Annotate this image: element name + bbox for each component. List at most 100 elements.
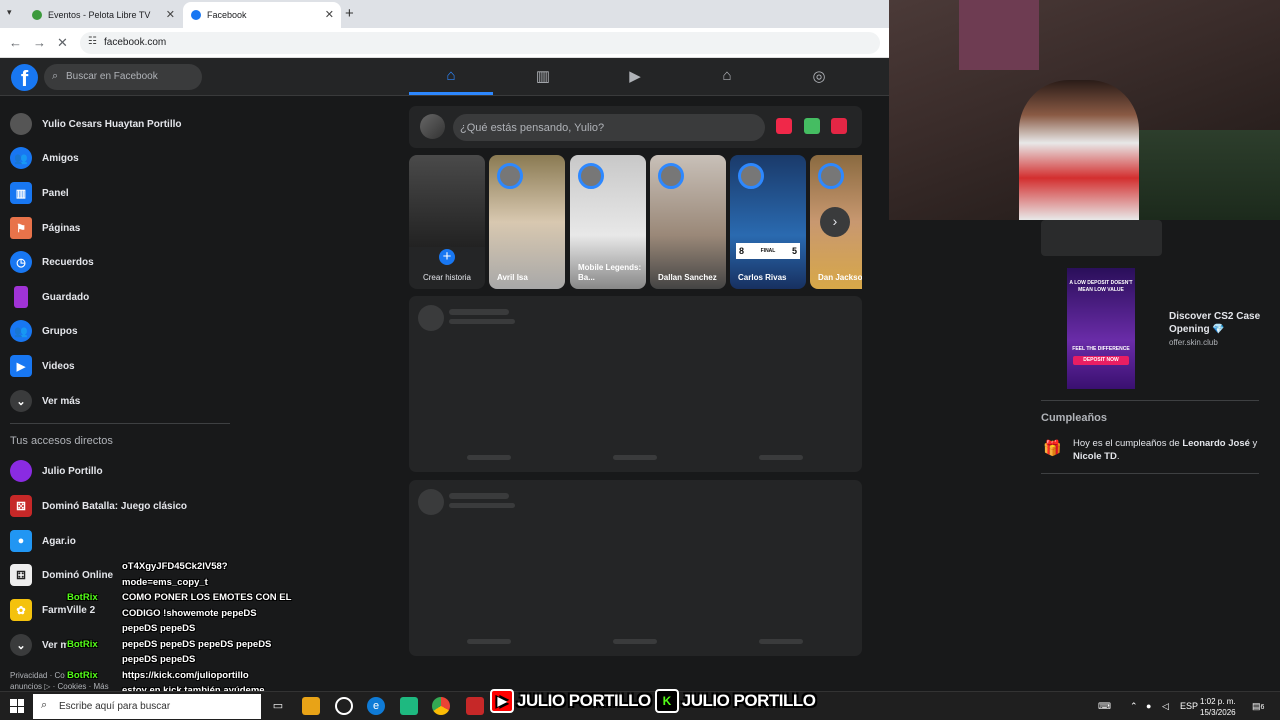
nav-dashboard-icon[interactable]: ▥	[501, 58, 585, 95]
chrome-icon[interactable]	[432, 697, 450, 715]
story-card[interactable]: 8 FINAL 5 Carlos Rivas	[730, 155, 806, 289]
shortcut-julio-portillo[interactable]: Julio Portillo	[10, 456, 103, 486]
photo-icon[interactable]	[804, 118, 820, 134]
volume-icon[interactable]: ◁	[1162, 701, 1169, 712]
windows-start-icon[interactable]	[10, 699, 24, 713]
birthday-name: Leonardo José	[1182, 438, 1250, 449]
story-name: Dallan Sanchez	[658, 273, 717, 282]
nav-marketplace-icon[interactable]: ⌂	[685, 58, 769, 95]
farmville-icon: ✿	[10, 599, 32, 621]
chat-line: COMO PONER LOS EMOTES CON EL	[122, 592, 292, 603]
url-input[interactable]: ☷ facebook.com	[80, 32, 880, 54]
youtube-logo-icon: ▶	[490, 689, 514, 713]
nav-video-icon[interactable]: ▶	[593, 58, 677, 95]
chat-message: BotRix pepeDS pepeDS pepeDS pepeDS	[67, 637, 312, 653]
birthday-and: y	[1249, 438, 1258, 449]
sidebar-item-label: Julio Portillo	[42, 465, 103, 477]
keyboard-icon[interactable]: ⌨	[1098, 701, 1111, 712]
site-info-icon[interactable]: ☷	[88, 36, 97, 47]
birthday-end: .	[1116, 451, 1120, 462]
sponsored-ad-preview[interactable]	[1041, 220, 1162, 256]
back-icon[interactable]: ←	[9, 35, 22, 50]
reel-icon[interactable]	[831, 118, 847, 134]
placeholder-line	[449, 319, 515, 324]
sidebar-item-videos[interactable]: ▶ Videos	[10, 351, 75, 381]
stop-icon[interactable]: ✕	[57, 35, 68, 51]
birthdays-text[interactable]: Hoy es el cumpleaños de Leonardo José y …	[1073, 437, 1268, 463]
ad-title[interactable]: Discover CS2 Case Opening 💎	[1169, 310, 1269, 336]
taskbar-search-input[interactable]: ⌕ Escribe aquí para buscar	[33, 694, 261, 719]
sidebar-item-groups[interactable]: 👥 Grupos	[10, 316, 78, 346]
shortcut-domino-online[interactable]: ⚃ Dominó Online	[10, 560, 113, 590]
sidebar-item-label: Dominó Online	[42, 569, 114, 581]
close-tab-icon[interactable]: ✕	[325, 8, 334, 21]
add-story-icon[interactable]: +	[436, 246, 458, 268]
new-tab-button[interactable]: +	[345, 5, 354, 22]
screen: { "browser": { "tabs": [ {"title": "Even…	[0, 0, 1280, 720]
ad-image-text2: FEEL THE DIFFERENCE	[1072, 346, 1130, 352]
stream-chat-overlay: oT4XgyJFD45Ck2lV58? mode=ems_copy_t BotR…	[67, 559, 312, 699]
webcam-background-poster	[959, 0, 1039, 70]
task-view-icon[interactable]: ▭	[269, 697, 287, 715]
stories-next-button[interactable]: ›	[820, 207, 850, 237]
chat-line: oT4XgyJFD45Ck2lV58?	[122, 561, 228, 572]
close-tab-icon[interactable]: ✕	[166, 8, 175, 21]
obs-icon[interactable]	[335, 697, 353, 715]
tab-facebook[interactable]: Facebook ✕	[183, 2, 341, 28]
sidebar-item-label: Páginas	[42, 222, 81, 234]
avatar	[10, 460, 32, 482]
placeholder-line	[759, 639, 803, 644]
story-card[interactable]: Mobile Legends: Ba...	[570, 155, 646, 289]
webcam-background-bed	[1119, 130, 1280, 220]
sidebar-item-saved[interactable]: Guardado	[10, 282, 89, 312]
sidebar-item-pages[interactable]: ⚑ Páginas	[10, 213, 80, 243]
scoreboard: 8 FINAL 5	[736, 243, 800, 259]
avatar	[658, 163, 684, 189]
sponsored-ad-image[interactable]: A LOW DEPOSIT DOESN'T MEAN LOW VALUE FEE…	[1067, 268, 1135, 389]
tab-title: Eventos - Pelota Libre TV	[48, 10, 151, 20]
sidebar-item-more[interactable]: ⌄ Ver más	[10, 386, 80, 416]
shortcut-domino-batalla[interactable]: ⚄ Dominó Batalla: Juego clásico	[10, 491, 187, 521]
sidebar-item-panel[interactable]: ▥ Panel	[10, 178, 69, 208]
facebook-search-input[interactable]: ⌕ Buscar en Facebook	[44, 64, 202, 90]
nav-home-icon[interactable]: ⌂	[409, 58, 493, 95]
post-composer: ¿Qué estás pensando, Yulio?	[409, 106, 862, 148]
file-explorer-icon[interactable]	[302, 697, 320, 715]
sidebar-item-friends[interactable]: 👥 Amigos	[10, 143, 79, 173]
story-card[interactable]: Avril Isa	[489, 155, 565, 289]
language-indicator[interactable]: ESP	[1180, 701, 1198, 711]
forward-icon[interactable]: →	[33, 35, 46, 50]
app-icon[interactable]	[466, 697, 484, 715]
memories-clock-icon: ◷	[10, 251, 32, 273]
agario-icon: ●	[10, 530, 32, 552]
post-placeholder	[409, 480, 862, 656]
app-icon[interactable]	[400, 697, 418, 715]
story-card[interactable]: Dallan Sanchez	[650, 155, 726, 289]
sidebar-item-label: Recuerdos	[42, 256, 94, 268]
stream-brand-banner: ▶ JULIO PORTILLO K JULIO PORTILLO	[490, 686, 816, 716]
kick-logo-icon: K	[654, 689, 679, 713]
story-create[interactable]: + Crear historia	[409, 155, 485, 289]
brand-name: JULIO PORTILLO	[517, 691, 651, 710]
composer-input[interactable]: ¿Qué estás pensando, Yulio?	[453, 114, 765, 141]
facebook-logo-icon[interactable]: f	[11, 64, 38, 91]
sidebar-item-profile[interactable]: Yulio Cesars Huaytan Portillo	[10, 109, 181, 139]
tab-search-icon[interactable]: ▾	[7, 7, 12, 18]
live-video-icon[interactable]	[776, 118, 792, 134]
avatar	[10, 113, 32, 135]
avatar	[578, 163, 604, 189]
search-icon: ⌕	[41, 699, 48, 711]
microphone-icon[interactable]: ●	[1146, 701, 1151, 711]
story-name: Carlos Rivas	[738, 273, 787, 282]
placeholder-line	[613, 639, 657, 644]
notifications-icon[interactable]: ▤6	[1252, 701, 1264, 712]
edge-icon[interactable]: e	[367, 697, 385, 715]
nav-gaming-icon[interactable]: ◎	[777, 58, 861, 95]
tab-pelota-libre[interactable]: Eventos - Pelota Libre TV ✕	[24, 2, 182, 28]
sidebar-item-memories[interactable]: ◷ Recuerdos	[10, 247, 94, 277]
composer-placeholder: ¿Qué estás pensando, Yulio?	[460, 122, 605, 134]
taskbar-search-placeholder: Escribe aquí para buscar	[59, 701, 171, 712]
shortcut-agario[interactable]: ● Agar.io	[10, 526, 76, 556]
chevron-up-icon[interactable]: ⌃	[1130, 701, 1138, 712]
taskbar-clock[interactable]: 1:02 p. m. 15/3/2026	[1200, 696, 1236, 718]
